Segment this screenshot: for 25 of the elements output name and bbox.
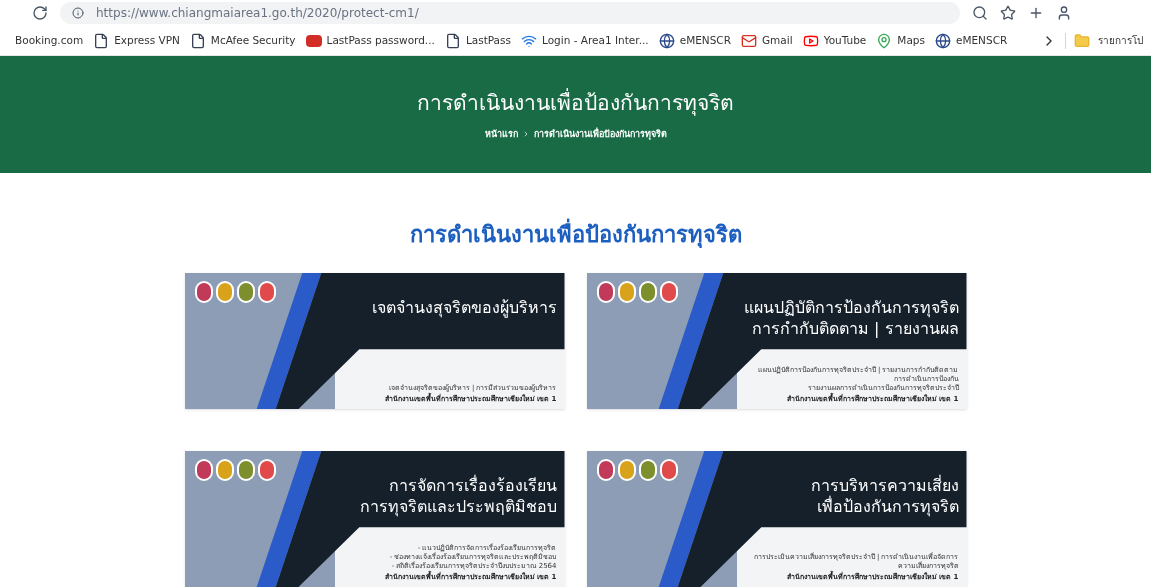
bookmark-folder[interactable]: รายการโป: [1098, 33, 1143, 49]
address-bar[interactable]: https://www.chiangmaiarea1.go.th/2020/protect-cm1/: [60, 2, 960, 25]
breadcrumb-item[interactable]: หน้าแรก: [484, 127, 518, 141]
section-title: การดำเนินงานเพื่อป้องกันการทุจริต: [409, 218, 742, 251]
banner-heading: การจัดการเรื่องร้องเรียน: [388, 475, 557, 496]
banner-heading: การบริหารความเสี่ยง: [810, 475, 959, 496]
bookmark-link[interactable]: Express VPN: [114, 32, 180, 49]
banner-heading: แผนปฏิบัติการป้องกันการทุจริต: [743, 297, 959, 318]
banner-heading: การกำกับติดตาม | รายงานผล: [751, 318, 959, 339]
banner-heading: การทุจริตและประพฤติมิชอบ: [359, 496, 557, 517]
bookmark-link[interactable]: Login - Area1 Inter...: [542, 32, 649, 49]
bookmark-link[interactable]: LastPass password...: [326, 32, 435, 49]
banner-heading: เจตจำนงสุจริตของผู้บริหาร: [371, 297, 557, 318]
bookmark-link[interactable]: eMENSCR: [679, 32, 731, 49]
url-text: https://www.chiangmaiarea1.go.th/2020/protect-cm1/: [96, 5, 419, 23]
breadcrumb-item: การดำเนินงานเพื่อป้องกันการทุจริต: [533, 127, 667, 141]
bookmark-link[interactable]: Gmail: [762, 32, 793, 49]
hero-title: การดำเนินงานเพื่อป้องกันการทุจริต: [417, 88, 734, 120]
bookmark-link[interactable]: YouTube: [823, 32, 867, 49]
bookmark-link[interactable]: eMENSCR: [955, 32, 1008, 49]
bookmark-link[interactable]: McAfee Security: [210, 32, 296, 49]
bookmark-link[interactable]: Maps: [897, 32, 925, 49]
bookmark-link[interactable]: LastPass: [465, 32, 511, 49]
banner-heading: เพื่อป้องกันการทุจริต: [816, 496, 959, 517]
bookmark-link[interactable]: Booking.com: [15, 32, 84, 49]
